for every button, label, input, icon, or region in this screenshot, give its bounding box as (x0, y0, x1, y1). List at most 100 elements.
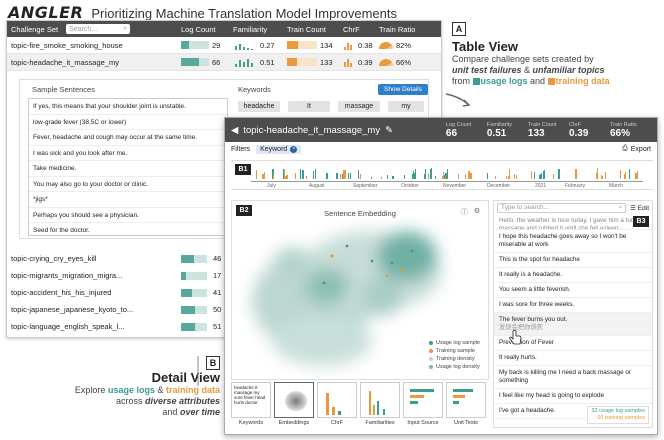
detail-header: ◀ topic-headache_it_massage_my ✎ Log Cou… (225, 118, 657, 142)
timeline-label: August (309, 183, 325, 189)
edit-label: Edit (637, 204, 649, 212)
timeline-tick (386, 174, 389, 179)
sample-list-item[interactable]: This is the spot for headache (494, 253, 652, 268)
timeline-tick (403, 175, 406, 179)
thumb-unit-tests[interactable]: Unit Tests (446, 382, 486, 432)
usage-sample-count: 32 usage log samples (591, 408, 645, 414)
timeline-tick (350, 173, 352, 179)
sample-list-item[interactable]: I feel like my head is going to explode (494, 389, 652, 404)
timeline-tick (264, 172, 266, 179)
thumb-label: ChrF (330, 420, 344, 426)
thumb-unit-tests-preview (446, 382, 486, 418)
app-subtitle: Prioritizing Machine Translation Model I… (91, 6, 397, 21)
sample-list-item[interactable]: I hope this headache goes away so I won'… (494, 230, 652, 253)
timeline-tick (544, 169, 546, 179)
thumb-input-source[interactable]: Input Source (403, 382, 443, 432)
legend-label: Training density (435, 356, 475, 362)
keyword-chip[interactable]: massage (338, 101, 380, 112)
train-count-cell: 134 (287, 41, 343, 50)
arrow-icon (445, 93, 471, 107)
train-count-header[interactable]: Train Count (287, 25, 343, 34)
sample-list-item[interactable]: I was sore for three weeks. (494, 298, 652, 313)
timeline-tick (509, 169, 511, 179)
challenge-set-column[interactable]: Challenge Set Search... ⌕ (11, 24, 181, 34)
close-icon[interactable]: × (290, 145, 298, 153)
thumb-embeddings[interactable]: Embeddings (274, 382, 314, 432)
sample-item: Fever, headache and cough may occur at t… (29, 130, 227, 146)
sample-search-input[interactable]: Type to search... ⌕ (497, 202, 627, 213)
sample-text: The fever burns you out. (499, 316, 568, 323)
sample-list-item[interactable]: It really is a headache. (494, 268, 652, 283)
train-count-cell: 133 (287, 58, 343, 67)
log-count-bar (181, 271, 207, 280)
annotation-text-and: and (530, 76, 546, 86)
log-count-cell: 29 (181, 41, 233, 50)
sample-item: *jigs* (29, 192, 227, 208)
annotation-emphasis: diverse attributes (144, 396, 220, 406)
annotation-text: Compare challenge sets created by unit t… (452, 54, 662, 87)
timeline-tick (326, 173, 328, 179)
edit-pencil-icon[interactable]: ✎ (385, 125, 393, 136)
train-ratio-header[interactable]: Train Ratio (379, 25, 429, 34)
thumb-keywords[interactable]: headache It massage my sore fever head h… (231, 382, 271, 432)
legend-label: Training sample (435, 348, 475, 354)
sample-list-item[interactable]: It really hurts. (494, 351, 652, 366)
show-details-button[interactable]: Show Details (378, 84, 428, 95)
timeline-tick (486, 173, 489, 179)
annotation-text-amp: & (154, 385, 166, 395)
sample-list-item[interactable]: You seem a little feverish. (494, 283, 652, 298)
sample-item: Perhaps you should see a physician. (29, 208, 227, 223)
embedding-view[interactable]: B2 Sentence Embedding ⓘ ⚙ Usage log samp… (231, 200, 489, 380)
keyword-chip[interactable]: my (388, 101, 424, 112)
log-count-bar (181, 58, 209, 66)
filter-chip-label: Keyword (260, 145, 288, 153)
familiarity-header[interactable]: Familiarity (233, 25, 287, 34)
back-icon[interactable]: ◀ (231, 125, 238, 136)
chrf-cell: 0.39 (343, 58, 379, 67)
timeline-tick (344, 170, 347, 179)
sample-sentences-list[interactable]: If yes, this means that your shoulder jo… (28, 98, 228, 236)
familiarity-cell: 0.27 (233, 41, 287, 50)
filters-label: Filters (231, 145, 251, 153)
table-search-input[interactable]: Search... ⌕ (66, 24, 131, 34)
detail-title: ◀ topic-headache_it_massage_my ✎ (231, 125, 446, 136)
thumb-chrf[interactable]: ChrF (317, 382, 357, 432)
export-button[interactable]: ⎙ Export (622, 145, 651, 153)
timeline-view[interactable]: B1 July August September October Novembe… (231, 160, 653, 190)
keyword-filter-chip[interactable]: Keyword × (256, 144, 302, 154)
row-name: topic-accident_his_his_injured (11, 288, 112, 297)
chrf-value: 0.39 (358, 57, 373, 67)
timeline-tick (273, 173, 275, 179)
sample-list-item[interactable]: Hello, the weather is nice today, I gave… (494, 214, 652, 230)
sample-list-view[interactable]: Type to search... ⌕ ☰ Edit B3 Hello, the… (493, 200, 653, 428)
log-count-bar (181, 288, 207, 297)
annotation-text-across: across (115, 396, 143, 406)
legend-item: Usage log density (428, 363, 480, 371)
chrf-header[interactable]: ChrF (343, 25, 379, 34)
thumb-embeddings-preview (274, 382, 314, 418)
thumb-input-source-preview (403, 382, 443, 418)
timeline-tick (628, 168, 630, 179)
keyword-chip[interactable]: It (288, 101, 330, 112)
thumb-familiarities[interactable]: Familiarities (360, 382, 400, 432)
row-name: topic-headache_it_massage_my (11, 57, 119, 67)
timeline-tick (506, 175, 508, 179)
keyword-chip[interactable]: headache (238, 101, 280, 112)
annotation-text-and: and (162, 407, 178, 417)
train-count-value: 133 (320, 57, 333, 67)
table-row-selected[interactable]: topic-headache_it_massage_my 66 0.51 133… (7, 54, 441, 71)
sample-list-item[interactable]: My back is killing me I need a back mass… (494, 366, 652, 389)
search-icon: ⌕ (123, 25, 128, 32)
annotation-text: Explore usage logs & training data acros… (60, 385, 220, 418)
timeline-tick (347, 173, 349, 179)
log-count-header[interactable]: Log Count (181, 25, 233, 34)
timeline-label: September (353, 183, 378, 189)
edit-button[interactable]: ☰ Edit (630, 204, 649, 212)
timeline-tick (620, 169, 622, 179)
timeline-tick (605, 171, 607, 179)
usage-logs-label: usage logs (107, 385, 155, 395)
log-count-bar (181, 41, 209, 49)
timeline-tick (360, 173, 362, 179)
sample-item: You may also go to your doctor or clinic… (29, 177, 227, 192)
table-row[interactable]: topic-fire_smoke_smoking_house 29 0.27 1… (7, 37, 441, 54)
